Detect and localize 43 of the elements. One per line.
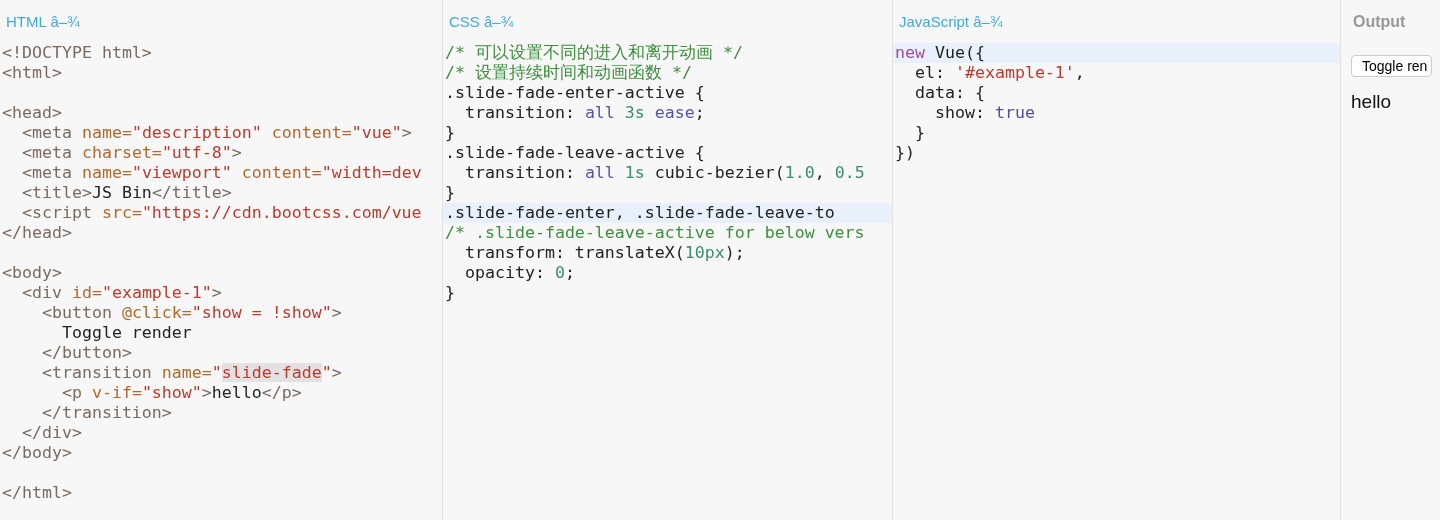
code-line: </head> — [1, 223, 73, 243]
code-line: .slide-fade-leave-active { — [444, 143, 706, 163]
code-line: /* .slide-fade-leave-active for below vers — [444, 223, 866, 243]
code-line: transform: translateX(10px); — [463, 243, 746, 263]
code-line: </html> — [1, 483, 73, 503]
code-line: show: true — [933, 103, 1036, 123]
code-line: } — [444, 183, 456, 203]
code-line: </div> — [20, 423, 83, 443]
code-line: <button @click="show = !show"> — [40, 303, 343, 323]
code-line: Toggle render — [60, 323, 193, 343]
code-line: /* 设置持续时间和动画函数 */ — [444, 63, 693, 83]
code-line: <script src="https://cdn.bootcss.com/vue — [20, 203, 423, 223]
code-line: } — [444, 123, 456, 143]
code-line: <html> — [1, 63, 63, 83]
code-line: } — [444, 283, 456, 303]
code-line: /* 可以设置不同的进入和离开动画 */ — [444, 43, 744, 63]
code-line: data: { — [913, 83, 986, 103]
code-line: </button> — [40, 343, 133, 363]
code-line: <body> — [1, 263, 63, 283]
code-line: </body> — [1, 443, 73, 463]
code-line: <p v-if="show">hello</p> — [60, 383, 303, 403]
code-line: opacity: 0; — [463, 263, 576, 283]
code-line: <meta name="viewport" content="width=dev — [20, 163, 423, 183]
code-line: }) — [894, 143, 916, 163]
code-line: .slide-fade-enter-active { — [444, 83, 706, 103]
code-line: <meta name="description" content="vue"> — [20, 123, 413, 143]
panel-title[interactable]: HTML â–¾ — [6, 13, 80, 30]
panel-title[interactable]: Output — [1347, 12, 1406, 31]
code-line: transition: all 3s ease; — [463, 103, 706, 123]
code-line: <transition name="slide-fade"> — [40, 363, 343, 383]
code-line: el: '#example-1', — [913, 63, 1086, 83]
panel-title[interactable]: JavaScript â–¾ — [899, 13, 1003, 30]
code-line: <!DOCTYPE html> — [1, 43, 153, 63]
code-line: transition: all 1s cubic-bezier(1.0, 0.5 — [463, 163, 866, 183]
code-line: </transition> — [40, 403, 173, 423]
code-line: <head> — [1, 103, 63, 123]
code-line: <meta charset="utf-8"> — [20, 143, 243, 163]
code-line: <title>JS Bin</title> — [20, 183, 233, 203]
panel-title[interactable]: CSS â–¾ — [449, 13, 514, 30]
output-text: hello — [1351, 91, 1393, 113]
code-line: } — [913, 123, 926, 143]
code-line: <div id="example-1"> — [20, 283, 223, 303]
toggle-button[interactable]: Toggle ren — [1351, 55, 1433, 77]
